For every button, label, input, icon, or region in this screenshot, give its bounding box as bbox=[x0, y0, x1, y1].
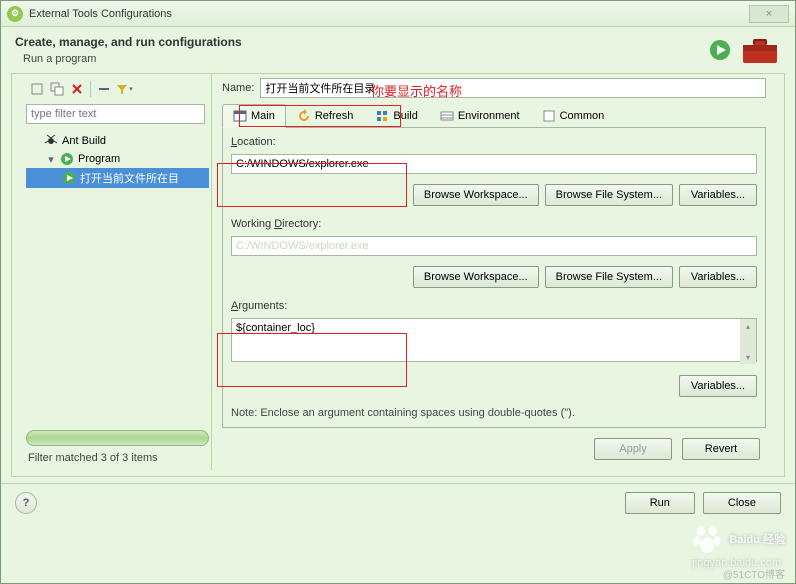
header-title: Create, manage, and run configurations bbox=[15, 35, 709, 49]
revert-button[interactable]: Revert bbox=[682, 438, 760, 460]
common-tab-icon bbox=[542, 109, 556, 123]
name-label: Name: bbox=[222, 82, 254, 94]
run-button[interactable]: Run bbox=[625, 492, 695, 514]
filter-button[interactable]: ▾ bbox=[115, 80, 133, 98]
tabstrip: Main Refresh Build Environment Common bbox=[222, 104, 766, 128]
tab-label: Environment bbox=[458, 110, 520, 122]
tab-label: Main bbox=[251, 110, 275, 122]
baidu-paw-icon bbox=[691, 523, 723, 555]
filter-status: Filter matched 3 of 3 items bbox=[24, 450, 211, 466]
build-tab-icon bbox=[375, 109, 389, 123]
sidebar: ▾ Ant Build ▾ Program 打开当前文件所在目 Filter m… bbox=[24, 74, 212, 470]
content-panel: Name: Main Refresh Build Environment bbox=[212, 74, 772, 470]
footer: ? Run Close bbox=[1, 483, 795, 522]
run-config-icon bbox=[62, 171, 76, 185]
ant-icon bbox=[44, 134, 58, 148]
name-input[interactable] bbox=[260, 78, 766, 98]
working-dir-input[interactable] bbox=[231, 236, 757, 256]
header-subtitle: Run a program bbox=[15, 53, 709, 65]
arguments-note: Note: Enclose an argument containing spa… bbox=[231, 407, 757, 419]
browse-workspace-button-2[interactable]: Browse Workspace... bbox=[413, 266, 539, 288]
window-title: External Tools Configurations bbox=[29, 8, 749, 20]
tree-item-ant-build[interactable]: Ant Build bbox=[26, 132, 209, 150]
close-button[interactable]: Close bbox=[703, 492, 781, 514]
new-config-button[interactable] bbox=[28, 80, 46, 98]
close-window-button[interactable]: × bbox=[749, 5, 789, 23]
duplicate-button[interactable] bbox=[48, 80, 66, 98]
titlebar: ⚙ External Tools Configurations × bbox=[1, 1, 795, 27]
separator bbox=[90, 81, 91, 97]
tree-item-program[interactable]: ▾ Program bbox=[26, 150, 209, 168]
tab-build[interactable]: Build bbox=[364, 104, 428, 127]
browse-workspace-button[interactable]: Browse Workspace... bbox=[413, 184, 539, 206]
location-input[interactable] bbox=[231, 154, 757, 174]
horizontal-scrollbar[interactable] bbox=[26, 430, 209, 446]
tab-label: Refresh bbox=[315, 110, 354, 122]
variables-button-3[interactable]: Variables... bbox=[679, 375, 757, 397]
main-tab-icon bbox=[233, 109, 247, 123]
toolbox-icon bbox=[739, 35, 781, 65]
header: Create, manage, and run configurations R… bbox=[1, 27, 795, 73]
apply-button[interactable]: Apply bbox=[594, 438, 672, 460]
tree-label: 打开当前文件所在目 bbox=[80, 170, 179, 186]
tree-label: Ant Build bbox=[62, 135, 106, 147]
sidebar-toolbar: ▾ bbox=[24, 78, 211, 100]
tab-label: Common bbox=[560, 110, 605, 122]
run-icon bbox=[709, 39, 731, 61]
location-label: LLocation:ocation: bbox=[231, 136, 757, 148]
filter-input[interactable] bbox=[26, 104, 205, 124]
program-icon bbox=[60, 152, 74, 166]
help-button[interactable]: ? bbox=[15, 492, 37, 514]
env-tab-icon bbox=[440, 109, 454, 123]
tab-refresh[interactable]: Refresh bbox=[286, 104, 365, 127]
arguments-label: Arguments:Arguments: bbox=[231, 300, 757, 312]
tab-label: Build bbox=[393, 110, 417, 122]
tab-environment[interactable]: Environment bbox=[429, 104, 531, 127]
tab-main[interactable]: Main bbox=[222, 104, 286, 128]
browse-filesystem-button-2[interactable]: Browse File System... bbox=[545, 266, 673, 288]
tab-common[interactable]: Common bbox=[531, 104, 616, 127]
annotation-label: 你要显示的名称 bbox=[371, 81, 462, 100]
arguments-input[interactable] bbox=[231, 318, 757, 362]
watermark: Baidu 经验 bbox=[691, 523, 785, 555]
refresh-tab-icon bbox=[297, 109, 311, 123]
watermark-corner: @51CTO博客 bbox=[723, 566, 785, 581]
browse-filesystem-button[interactable]: Browse File System... bbox=[545, 184, 673, 206]
working-dir-label: Working Directory:Working Directory: bbox=[231, 218, 757, 230]
arguments-scrollbar[interactable]: ▴▾ bbox=[740, 319, 756, 364]
tree-collapse-icon[interactable]: ▾ bbox=[46, 153, 56, 166]
tree-item-open-folder[interactable]: 打开当前文件所在目 bbox=[26, 168, 209, 188]
variables-button[interactable]: Variables... bbox=[679, 184, 757, 206]
collapse-button[interactable] bbox=[95, 80, 113, 98]
tree-label: Program bbox=[78, 153, 120, 165]
app-icon: ⚙ bbox=[7, 6, 23, 22]
variables-button-2[interactable]: Variables... bbox=[679, 266, 757, 288]
delete-button[interactable] bbox=[68, 80, 86, 98]
tab-body-main: LLocation:ocation: Browse Workspace... B… bbox=[222, 128, 766, 428]
config-tree[interactable]: Ant Build ▾ Program 打开当前文件所在目 bbox=[24, 128, 211, 426]
